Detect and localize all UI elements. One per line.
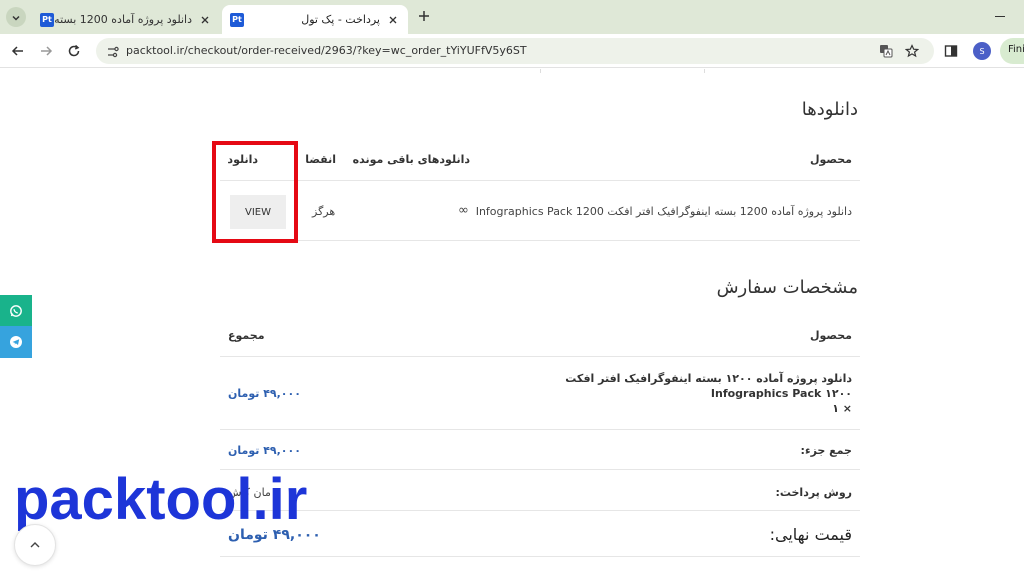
payment-method-label: روش پرداخت: xyxy=(775,486,852,499)
arrow-right-icon xyxy=(41,46,53,56)
order-table-header: محصول مجموع xyxy=(220,317,860,357)
finish-update-button[interactable]: Fini xyxy=(1000,38,1024,64)
plus-icon xyxy=(418,7,430,26)
subtotal-label: جمع جزء: xyxy=(800,444,852,457)
order-details-title: مشخصات سفارش xyxy=(716,277,858,298)
header-remaining: دانلودهای باقی مونده xyxy=(352,153,470,166)
chevron-down-icon xyxy=(11,8,21,27)
order-item-quantity: × ۱ xyxy=(832,402,852,415)
final-price-row: قیمت نهایی: ۴۹,۰۰۰ تومان xyxy=(220,511,860,557)
close-icon[interactable] xyxy=(386,13,400,27)
telegram-button[interactable] xyxy=(0,326,32,358)
packtool-watermark: packtool.ir xyxy=(14,467,308,532)
column-divider xyxy=(540,69,541,73)
bookmark-star-icon[interactable] xyxy=(904,43,920,59)
header-product: محصول xyxy=(809,153,852,166)
header-total: مجموع xyxy=(228,329,265,342)
profile-avatar[interactable]: S xyxy=(973,42,991,60)
table-row: دانلود پروژه آماده 1200 بسته اینفوگرافیک… xyxy=(220,181,860,241)
download-product-name: دانلود پروژه آماده 1200 بسته اینفوگرافیک… xyxy=(475,205,852,218)
subtotal-row: جمع جزء: ۴۹,۰۰۰ تومان xyxy=(220,430,860,470)
address-bar[interactable]: packtool.ir/checkout/order-received/2963… xyxy=(96,38,934,64)
column-divider xyxy=(704,69,705,73)
tab-checkout[interactable]: Pt پرداخت - پک تول xyxy=(222,5,408,34)
site-favicon: Pt xyxy=(40,12,54,27)
forward-button[interactable] xyxy=(38,43,54,59)
order-item: دانلود پروژه آماده ۱۲۰۰ بسته اینفوگرافیک… xyxy=(562,371,852,416)
downloads-table-header: محصول دانلودهای باقی مونده انقضا دانلود xyxy=(220,141,860,181)
download-remaining: ∞ xyxy=(458,203,469,218)
download-expires: هرگز xyxy=(312,205,336,218)
whatsapp-button[interactable] xyxy=(0,295,32,327)
site-favicon: Pt xyxy=(230,12,244,27)
order-item-name: دانلود پروژه آماده ۱۲۰۰ بسته اینفوگرافیک… xyxy=(565,372,852,400)
order-item-price: ۴۹,۰۰۰ تومان xyxy=(228,387,301,400)
telegram-icon xyxy=(10,336,22,348)
tab-title: پرداخت - پک تول xyxy=(301,13,380,26)
side-panel-icon[interactable] xyxy=(944,43,958,57)
highlight-box xyxy=(212,141,298,243)
tab-strip: Pt دانلود پروژه آماده 1200 بسته اینفو Pt… xyxy=(0,0,1024,34)
whatsapp-icon xyxy=(10,305,22,317)
tab-product-page[interactable]: Pt دانلود پروژه آماده 1200 بسته اینفو xyxy=(32,5,220,34)
table-row: دانلود پروژه آماده ۱۲۰۰ بسته اینفوگرافیک… xyxy=(220,357,860,430)
tab-title: دانلود پروژه آماده 1200 بسته اینفو xyxy=(54,13,192,26)
chevron-up-icon xyxy=(30,542,40,548)
close-icon[interactable] xyxy=(198,13,212,27)
scroll-to-top-button[interactable] xyxy=(14,524,56,566)
arrow-left-icon xyxy=(11,46,23,56)
payment-method-row: روش پرداخت: مان کاش xyxy=(220,470,860,511)
translate-icon[interactable] xyxy=(878,43,894,59)
browser-toolbar: packtool.ir/checkout/order-received/2963… xyxy=(0,34,1024,68)
final-price-label: قیمت نهایی: xyxy=(769,525,852,544)
new-tab-button[interactable] xyxy=(416,8,432,24)
tab-search-button[interactable] xyxy=(6,7,26,27)
header-expires: انقضا xyxy=(305,153,336,166)
subtotal-value: ۴۹,۰۰۰ تومان xyxy=(228,444,301,457)
minimize-button[interactable] xyxy=(995,16,1005,17)
site-info-icon[interactable] xyxy=(106,44,120,58)
downloads-title: دانلودها xyxy=(801,99,858,120)
reload-icon xyxy=(68,44,80,57)
back-button[interactable] xyxy=(10,43,26,59)
page-content: دانلودها محصول دانلودهای باقی مونده انقض… xyxy=(0,69,1024,576)
url-text: packtool.ir/checkout/order-received/2963… xyxy=(126,44,527,57)
previous-table-row xyxy=(220,69,860,77)
header-product: محصول xyxy=(809,329,852,342)
reload-button[interactable] xyxy=(66,43,82,59)
